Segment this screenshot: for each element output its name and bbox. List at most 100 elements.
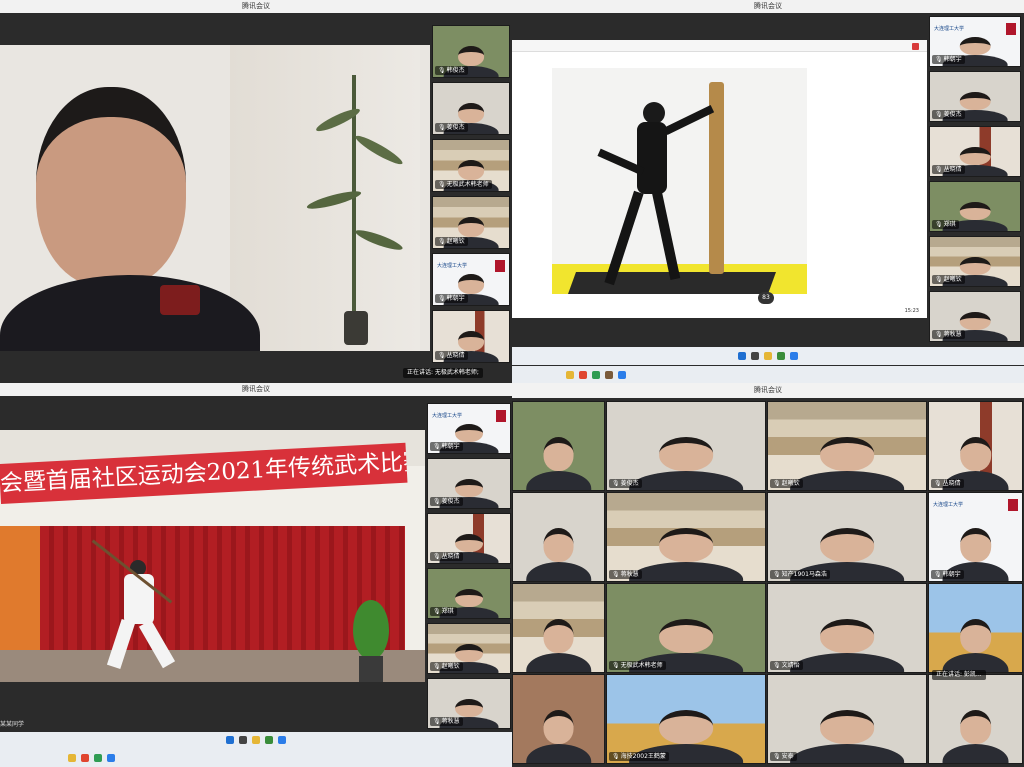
- folder-icon[interactable]: [764, 352, 772, 360]
- participant-tile[interactable]: 🎙赵曦钦: [427, 623, 511, 674]
- folder-icon[interactable]: [252, 736, 260, 744]
- participant-tile[interactable]: 🎙赵曦钦: [432, 196, 510, 249]
- participant-body: [525, 470, 592, 490]
- participant-sidebar: 🎙韩俊杰 🎙姜俊杰 🎙无极武术韩老师 🎙赵曦钦 大连理工大学 🎙韩朝宇 🎙丛晓倩: [432, 25, 512, 365]
- participant-tile[interactable]: 🎙郑琪: [929, 181, 1021, 232]
- participant-name: 🎙无极武术韩老师: [609, 661, 666, 670]
- participant-face: [458, 331, 484, 351]
- search-icon[interactable]: [751, 352, 759, 360]
- meeting-icon[interactable]: [618, 370, 626, 379]
- participant-name: 🎙蒋秋慧: [430, 717, 463, 726]
- participant-tile[interactable]: [928, 583, 1023, 673]
- close-icon[interactable]: [912, 43, 919, 50]
- participant-tile[interactable]: 🎙郑琪: [427, 568, 511, 619]
- shared-screen[interactable]: 83 15:23: [512, 40, 927, 318]
- browser-icon[interactable]: [81, 753, 89, 762]
- start-icon[interactable]: [226, 736, 234, 744]
- microphone-icon: 🎙: [935, 111, 943, 118]
- participant-name: 🎙姜俊杰: [435, 123, 468, 132]
- participant-tile[interactable]: 🎙丛晓倩: [432, 310, 510, 363]
- folder-icon[interactable]: [566, 370, 574, 379]
- search-icon[interactable]: [239, 736, 247, 744]
- participant-tile[interactable]: 🎙姜俊杰: [427, 458, 511, 509]
- microphone-icon: 🎙: [612, 753, 620, 760]
- participant-name: 🎙韩朝宇: [931, 570, 964, 579]
- app-icon[interactable]: [592, 370, 600, 379]
- self-name: 某某同学: [0, 721, 25, 728]
- participant-tile[interactable]: [512, 583, 605, 673]
- speaking-indicator: 正在讲话: 无极武术韩老师;: [403, 368, 483, 378]
- microphone-icon: 🎙: [935, 276, 943, 283]
- folder-icon[interactable]: [68, 753, 76, 762]
- participant-tile[interactable]: 🎙海技2002王鹤蒙: [606, 674, 766, 764]
- participant-tile[interactable]: 🎙文靖怡: [767, 583, 927, 673]
- participant-name: 🎙赵曦钦: [932, 275, 965, 284]
- microphone-icon: 🎙: [612, 571, 620, 578]
- shared-screen[interactable]: 会暨首届社区运动会2021年传统武术比赛: [0, 430, 425, 682]
- participant-tile[interactable]: 大连理工大学 🎙韩朝宇: [929, 16, 1021, 67]
- microphone-icon: 🎙: [934, 480, 942, 487]
- participant-face: [659, 619, 713, 653]
- browser-icon[interactable]: [579, 370, 587, 379]
- participant-tile[interactable]: [512, 401, 605, 491]
- microphone-icon: 🎙: [773, 662, 781, 669]
- app-icon[interactable]: [94, 753, 102, 762]
- participant-body: [525, 743, 592, 763]
- meeting-icon[interactable]: [278, 736, 286, 744]
- participant-tile[interactable]: 🎙赵曦钦: [767, 401, 927, 491]
- participant-tile[interactable]: 🎙蒋秋慧: [427, 678, 511, 729]
- participant-face: [458, 103, 484, 123]
- participant-tile[interactable]: 🎙韩俊杰: [432, 25, 510, 78]
- window-title: 腾讯会议: [512, 383, 1024, 398]
- participant-body: [629, 470, 743, 490]
- participant-tile[interactable]: [512, 492, 605, 582]
- participant-face: [659, 528, 713, 562]
- participant-face: [543, 619, 574, 653]
- participant-tile[interactable]: 🎙知产1901马森浩: [767, 492, 927, 582]
- participant-tile[interactable]: 🎙无极武术韩老师: [606, 583, 766, 673]
- participant-name: 🎙海技2002王鹤蒙: [609, 752, 669, 761]
- main-video-speaker[interactable]: [0, 45, 430, 351]
- browser-icon[interactable]: [265, 736, 273, 744]
- university-logo: 大连理工大学: [933, 502, 964, 508]
- participant-tile[interactable]: 🎙丛晓倩: [928, 401, 1023, 491]
- start-icon[interactable]: [738, 352, 746, 360]
- participant-tile[interactable]: 🎙无极武术韩老师: [432, 139, 510, 192]
- window-title: 腾讯会议: [0, 0, 512, 13]
- app-icon[interactable]: [605, 370, 613, 379]
- participant-tile[interactable]: 大连理工大学 🎙韩朝宇: [427, 403, 511, 454]
- participant-tile[interactable]: 🎙蒋秋慧: [929, 291, 1021, 342]
- microphone-icon: 🎙: [773, 480, 781, 487]
- microphone-icon: 🎙: [438, 352, 446, 359]
- participant-face: [455, 643, 483, 663]
- participant-tile[interactable]: 🎙安泰: [767, 674, 927, 764]
- browser-icon[interactable]: [777, 352, 785, 360]
- participant-name: 🎙郑琪: [932, 220, 959, 229]
- participant-face: [820, 619, 874, 653]
- emblem-icon: [1008, 499, 1018, 511]
- participant-name: 🎙丛晓倩: [931, 479, 964, 488]
- participant-tile[interactable]: 🎙姜俊杰: [606, 401, 766, 491]
- participant-face: [959, 619, 992, 653]
- participant-tile[interactable]: 🎙赵曦钦: [929, 236, 1021, 287]
- meeting-icon[interactable]: [107, 753, 115, 762]
- participant-tile[interactable]: [928, 674, 1023, 764]
- participant-tile[interactable]: [512, 674, 605, 764]
- participant-face: [959, 36, 991, 56]
- participant-tile[interactable]: 大连理工大学 🎙韩朝宇: [432, 253, 510, 306]
- participant-tile[interactable]: 🎙姜俊杰: [432, 82, 510, 135]
- participant-name: 🎙赵曦钦: [430, 662, 463, 671]
- window-title: 腾讯会议: [512, 0, 1024, 13]
- plant-decoration: [300, 55, 410, 345]
- participant-tile[interactable]: 🎙姜俊杰: [929, 71, 1021, 122]
- university-logo: 大连理工大学: [934, 26, 965, 32]
- meeting-icon[interactable]: [790, 352, 798, 360]
- participant-tile[interactable]: 🎙蒋秋慧: [606, 492, 766, 582]
- participant-tile[interactable]: 大连理工大学 🎙韩朝宇: [928, 492, 1023, 582]
- participant-tile[interactable]: 🎙丛晓倩: [427, 513, 511, 564]
- microphone-icon: 🎙: [433, 663, 441, 670]
- microphone-icon: 🎙: [612, 662, 620, 669]
- participant-tile[interactable]: 🎙丛晓倩: [929, 126, 1021, 177]
- participant-face: [959, 146, 991, 166]
- participant-face: [543, 437, 574, 471]
